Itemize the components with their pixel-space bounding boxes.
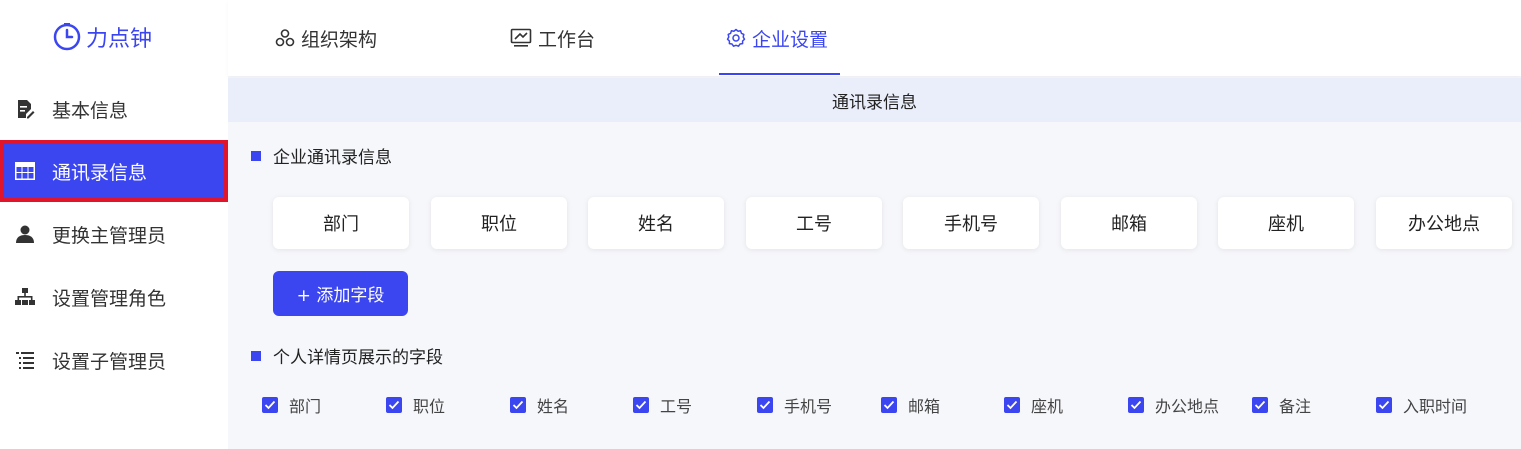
page-subheader: 通讯录信息 [228, 78, 1521, 122]
section-title-contacts: 企业通讯录信息 [251, 143, 392, 168]
sidebar-item-label: 设置管理角色 [52, 287, 167, 310]
active-tab-indicator [719, 73, 840, 75]
field-card[interactable]: 姓名 [588, 197, 724, 249]
checkbox-checked-icon [386, 397, 402, 413]
sidebar-item-change-admin[interactable]: 更换主管理员 [0, 203, 228, 265]
checkbox-label: 座机 [1031, 397, 1064, 416]
user-icon [14, 223, 36, 245]
sidebar-item-label: 更换主管理员 [52, 224, 167, 247]
field-card[interactable]: 手机号 [903, 197, 1039, 249]
sidebar-item-sub-admin[interactable]: 设置子管理员 [0, 329, 228, 391]
section-marker [251, 350, 261, 361]
detail-field-checkbox[interactable]: 手机号 [757, 393, 832, 417]
detail-field-checkbox[interactable]: 入职时间 [1376, 393, 1467, 417]
add-field-button[interactable]: + 添加字段 [273, 271, 408, 316]
checkbox-checked-icon [881, 397, 897, 413]
field-card[interactable]: 职位 [431, 197, 567, 249]
tab-label: 企业设置 [752, 28, 829, 51]
org-chart-icon [14, 286, 36, 308]
section-title-text: 企业通讯录信息 [273, 148, 392, 168]
checkbox-checked-icon [510, 397, 526, 413]
field-card[interactable]: 邮箱 [1061, 197, 1197, 249]
document-edit-icon [14, 98, 36, 120]
logo-text: 力点钟 [86, 27, 153, 52]
checkbox-checked-icon [1004, 397, 1020, 413]
detail-field-checkbox[interactable]: 备注 [1252, 393, 1311, 417]
section-title-detail-fields: 个人详情页展示的字段 [251, 343, 443, 368]
checkbox-checked-icon [757, 397, 773, 413]
checkbox-label: 邮箱 [908, 397, 941, 416]
sidebar-item-label: 设置子管理员 [52, 350, 167, 373]
field-card[interactable]: 办公地点 [1376, 197, 1512, 249]
detail-field-checkbox[interactable]: 办公地点 [1128, 393, 1219, 417]
detail-field-checkbox[interactable]: 部门 [262, 393, 321, 417]
checkbox-label: 备注 [1279, 397, 1312, 416]
checkbox-checked-icon [633, 397, 649, 413]
team-icon [275, 29, 295, 47]
sidebar-item-basic-info[interactable]: 基本信息 [0, 78, 228, 140]
checkbox-label: 职位 [413, 397, 446, 416]
checkbox-label: 姓名 [537, 397, 570, 416]
field-card[interactable]: 工号 [746, 197, 882, 249]
list-tree-icon [14, 349, 36, 371]
field-card[interactable]: 座机 [1218, 197, 1354, 249]
section-title-text: 个人详情页展示的字段 [273, 348, 443, 368]
tab-workbench[interactable]: 工作台 [510, 0, 595, 76]
checkbox-checked-icon [1376, 397, 1392, 413]
top-nav: 组织架构 工作台 企业设置 [228, 0, 1521, 76]
table-icon [14, 160, 36, 182]
tab-enterprise-settings[interactable]: 企业设置 [726, 0, 828, 76]
checkbox-checked-icon [1252, 397, 1268, 413]
sidebar-item-label: 基本信息 [52, 99, 129, 122]
detail-field-checkbox[interactable]: 姓名 [510, 393, 569, 417]
clock-icon [53, 23, 81, 51]
checkbox-label: 办公地点 [1155, 397, 1220, 416]
sidebar-item-admin-roles[interactable]: 设置管理角色 [0, 266, 228, 328]
monitor-icon [510, 28, 532, 47]
tab-label: 工作台 [538, 28, 596, 51]
checkbox-label: 入职时间 [1403, 397, 1468, 416]
checkbox-label: 工号 [660, 397, 693, 416]
tab-org-structure[interactable]: 组织架构 [275, 0, 377, 76]
checkbox-label: 手机号 [784, 397, 833, 416]
app-logo[interactable]: 力点钟 [52, 20, 152, 54]
field-card[interactable]: 部门 [273, 197, 409, 249]
detail-field-checkbox[interactable]: 职位 [386, 393, 445, 417]
sidebar-item-label: 通讯录信息 [52, 161, 148, 184]
checkbox-checked-icon [1128, 397, 1144, 413]
checkbox-label: 部门 [289, 397, 322, 416]
detail-field-checkbox[interactable]: 邮箱 [881, 393, 940, 417]
detail-field-checkbox[interactable]: 座机 [1004, 393, 1063, 417]
sidebar-item-contacts-info[interactable]: 通讯录信息 [0, 140, 228, 202]
section-marker [251, 150, 261, 161]
checkbox-checked-icon [262, 397, 278, 413]
gear-icon [726, 28, 746, 47]
sidebar: 力点钟 基本信息 通讯录信息 更换主管理员 设置管理角色 设置子管理员 [0, 0, 228, 449]
detail-field-checkbox[interactable]: 工号 [633, 393, 692, 417]
tab-label: 组织架构 [301, 28, 378, 51]
